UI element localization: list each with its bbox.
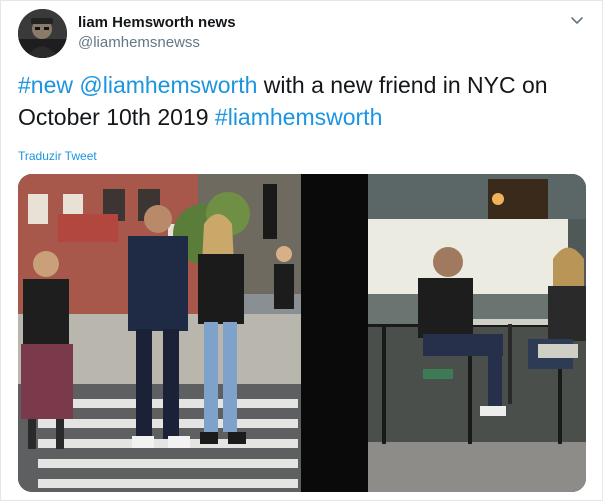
author-display-name[interactable]: liam Hemsworth news [78, 14, 236, 31]
avatar-photo-icon [18, 9, 67, 58]
hashtag-link[interactable]: #liamhemsworth [215, 104, 382, 130]
hashtag-link[interactable]: #new [18, 72, 73, 98]
author-handle[interactable]: @liamhemsnewss [78, 34, 200, 51]
street-photo-icon[interactable] [18, 174, 301, 492]
cafe-photo-icon[interactable] [368, 174, 586, 492]
translate-tweet-link[interactable]: Traduzir Tweet [18, 149, 97, 163]
author-avatar[interactable] [18, 9, 67, 58]
media-divider [301, 174, 368, 492]
mention-link[interactable]: @liamhemsworth [79, 72, 257, 98]
chevron-down-icon[interactable] [569, 13, 585, 29]
tweet-media[interactable] [18, 174, 586, 492]
tweet-text: #new @liamhemsworth with a new friend in… [18, 69, 588, 133]
tweet-card[interactable]: liam Hemsworth news @liamhemsnewss #new … [0, 0, 603, 501]
